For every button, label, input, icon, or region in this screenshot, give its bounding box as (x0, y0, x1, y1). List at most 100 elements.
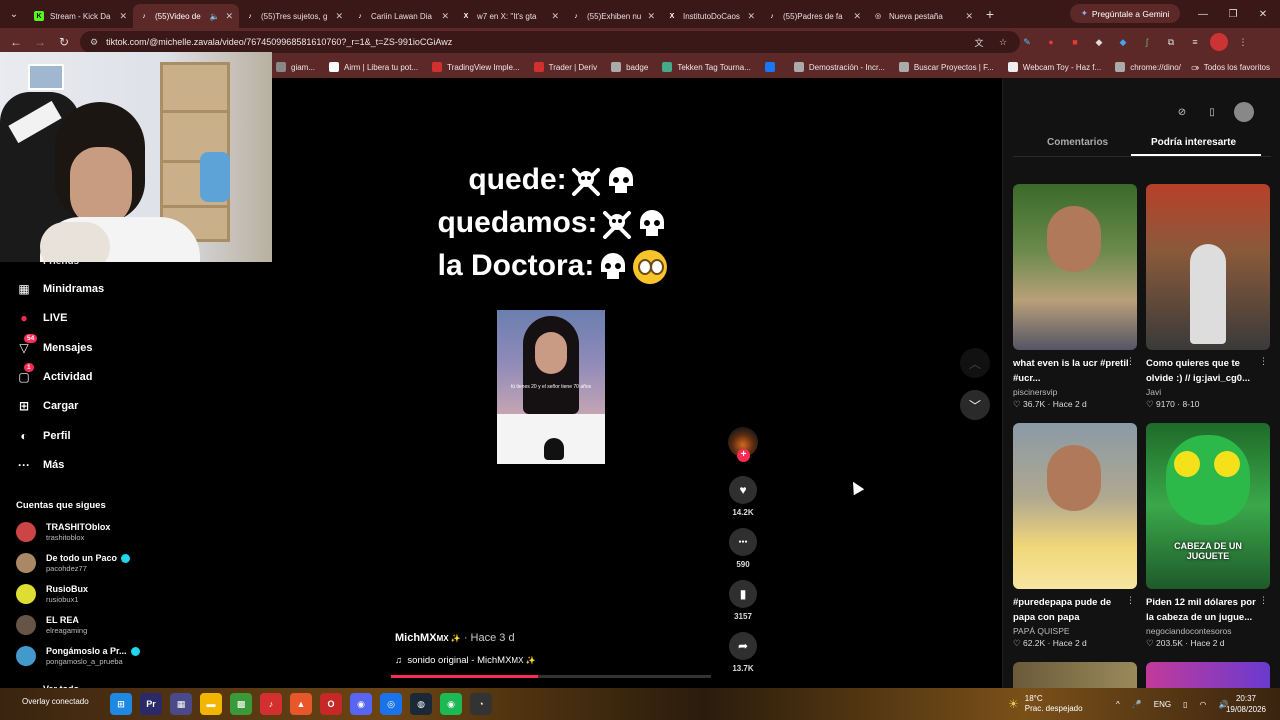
close-tab-icon[interactable]: ✕ (965, 11, 973, 22)
sidebar-item-ms[interactable]: ··· Más (16, 457, 64, 473)
mobile-icon[interactable]: ▯ (1204, 104, 1220, 120)
reload-button[interactable]: ↻ (52, 30, 76, 54)
following-account[interactable]: RusioBux rusiobux1 (16, 584, 88, 604)
spotify-icon[interactable]: ◉ (440, 693, 462, 715)
following-account[interactable]: Pongámoslo a Pr... pongamoslo_a_prueba (16, 646, 140, 666)
opera-icon[interactable]: O (320, 693, 342, 715)
bookmark-item[interactable]: badge (611, 62, 648, 72)
sidebar-item-mensajes[interactable]: ▽ 54 Mensajes (16, 333, 93, 356)
clock[interactable]: 20:37 19/08/2026 (1226, 688, 1266, 720)
github-icon[interactable]: ◔ (470, 693, 492, 715)
comment-button[interactable]: ●●● (729, 528, 757, 556)
maximize-button[interactable]: ❐ (1218, 0, 1248, 28)
bookmark-item[interactable]: Demostración - Incr... (793, 62, 885, 72)
sidebar-item-minidramas[interactable]: ▦ Minidramas (16, 281, 104, 297)
close-tab-icon[interactable]: ✕ (225, 11, 233, 22)
following-account[interactable]: De todo un Paco pacohdez77 (16, 553, 131, 573)
tiktok-app-icon[interactable]: ♪ (260, 693, 282, 715)
sidebar-item-perfil[interactable]: ◐ Perfil (16, 428, 70, 444)
video-card-thumbnail[interactable] (1146, 184, 1270, 350)
sidebar-item-actividad[interactable]: ▢ 1 Actividad (16, 362, 93, 385)
back-button[interactable]: ← (4, 30, 28, 54)
browser-tab[interactable]: X InstitutoDoCaos ✕ (661, 4, 761, 28)
forward-button[interactable]: → (28, 30, 52, 54)
calendar-icon[interactable]: ▦ (170, 693, 192, 715)
bookmark-item[interactable] (764, 62, 780, 72)
video-card[interactable]: #puredepapa pude de papa con papa ⋮ PAPÁ Q… (1013, 423, 1137, 649)
windows-start-icon[interactable]: ⊞ (110, 693, 132, 715)
browser-tab[interactable]: ♪ (55)Tres sujetos, g ✕ (239, 4, 349, 28)
bookmark-item[interactable]: giam... (276, 62, 315, 72)
more-options-icon[interactable]: ⋮ (1259, 595, 1268, 606)
more-options-icon[interactable]: ⋮ (1259, 356, 1268, 367)
browser-tab[interactable]: ◎ Nueva pestaña ✕ (867, 4, 979, 28)
browser-tab[interactable]: ♪ Cariin Lawan Dia ✕ (349, 4, 455, 28)
bookmark-item[interactable]: Tekken Tag Tourna... (662, 62, 751, 72)
extension-icon[interactable]: ● (1042, 33, 1060, 51)
file-explorer-icon[interactable]: ▬ (200, 693, 222, 715)
video-card[interactable]: CABEZA DE UN JUGUETE Piden 12 mil dólares… (1146, 423, 1270, 649)
video-author[interactable]: MichMXMX ✨ · Hace 3 d (395, 632, 515, 644)
bookmark-item[interactable]: chrome://dino/ (1115, 62, 1181, 72)
address-bar[interactable]: ⚙ tiktok.com/@michelle.zavala/video/7674… (80, 31, 1020, 53)
bookmark-item[interactable]: Buscar Proyectos | F... (898, 62, 994, 72)
close-tab-icon[interactable]: ✕ (335, 11, 343, 22)
tab-search-icon[interactable]: ⌄ (0, 0, 28, 28)
next-video-button[interactable]: ﹀ (960, 390, 990, 420)
close-tab-icon[interactable]: ✕ (551, 11, 559, 22)
minecraft-icon[interactable]: ▩ (230, 693, 252, 715)
follow-plus-icon[interactable]: + (737, 449, 750, 462)
browser-tab[interactable]: ♪ (55)Padres de fa ✕ (761, 4, 867, 28)
profile-avatar-icon[interactable] (1210, 33, 1228, 51)
network-icon[interactable]: ▯ (1183, 700, 1187, 709)
site-info-icon[interactable]: ⚙ (90, 37, 98, 48)
wifi-icon[interactable]: ◠ (1199, 700, 1206, 709)
video-sound[interactable]: ♫ sonido original - MichMXMX ✨ (395, 655, 536, 666)
browser-tab[interactable]: ♪ (55)Exhiben nue ✕ (565, 4, 661, 28)
browser-tab[interactable]: ♪ (55)Video de 🔈 ✕ (133, 4, 239, 28)
close-tab-icon[interactable]: ✕ (647, 11, 655, 22)
tab-comments[interactable]: Comentarios (1047, 137, 1108, 148)
bookmark-star-icon[interactable]: ☆ (994, 33, 1012, 51)
following-account[interactable]: EL REA elreagaming (16, 615, 87, 635)
bookmark-item[interactable]: TradingView Imple... (432, 62, 520, 72)
extension-icon[interactable]: ʃ (1138, 33, 1156, 51)
extension-icon[interactable]: ◆ (1090, 33, 1108, 51)
steam-icon[interactable]: ◍ (410, 693, 432, 715)
tab-suggested[interactable]: Podría interesarte (1151, 137, 1236, 148)
share-button[interactable]: ➦ (729, 632, 757, 660)
video-card[interactable]: Como quieres que te olvide :) // ig:javi… (1146, 184, 1270, 410)
extension-icon[interactable]: ◆ (1114, 33, 1132, 51)
video-card-thumbnail[interactable] (1013, 423, 1137, 589)
close-tab-icon[interactable]: ✕ (119, 11, 127, 22)
microphone-icon[interactable]: 🎤 (1132, 700, 1142, 709)
previous-video-button[interactable]: ︿ (960, 348, 990, 378)
following-account[interactable]: TRASHITOblox trashitoblox (16, 522, 110, 542)
like-button[interactable]: ♥ (729, 476, 757, 504)
gemini-button[interactable]: ✦ Pregúntale a Gemini (1070, 4, 1180, 23)
video-card[interactable]: what even is la ucr #pretil #ucr... ⋮ pisc… (1013, 184, 1137, 410)
video-card-thumbnail[interactable] (1013, 184, 1137, 350)
save-button[interactable]: ▮ (729, 580, 757, 608)
close-tab-icon[interactable]: ✕ (853, 11, 861, 22)
weather-widget[interactable]: ☀ 18°C Prac. despejado (1008, 688, 1083, 720)
premiere-icon[interactable]: Pr (140, 693, 162, 715)
chrome-icon[interactable]: ◎ (380, 693, 402, 715)
more-options-icon[interactable]: ⋮ (1126, 356, 1135, 367)
bookmark-item[interactable]: Trader | Deriv (533, 62, 597, 72)
tray-chevron-icon[interactable]: ^ (1116, 700, 1120, 709)
extension-icon[interactable]: ✎ (1018, 33, 1036, 51)
sidebar-item-live[interactable]: ● LIVE (16, 310, 67, 326)
compass-icon[interactable]: ⊘ (1174, 104, 1190, 120)
minimize-button[interactable]: — (1188, 0, 1218, 28)
language-indicator[interactable]: ENG (1154, 700, 1171, 709)
more-options-icon[interactable]: ⋮ (1126, 595, 1135, 606)
brave-icon[interactable]: ▲ (290, 693, 312, 715)
close-tab-icon[interactable]: ✕ (747, 11, 755, 22)
new-tab-button[interactable]: + (979, 6, 1001, 22)
discord-icon[interactable]: ◉ (350, 693, 372, 715)
bookmark-item[interactable]: Webcam Toy - Haz f... (1007, 62, 1101, 72)
media-icon[interactable]: ≡ (1186, 33, 1204, 51)
close-window-button[interactable]: ✕ (1248, 0, 1278, 28)
sidebar-item-cargar[interactable]: ⊞ Cargar (16, 398, 79, 414)
